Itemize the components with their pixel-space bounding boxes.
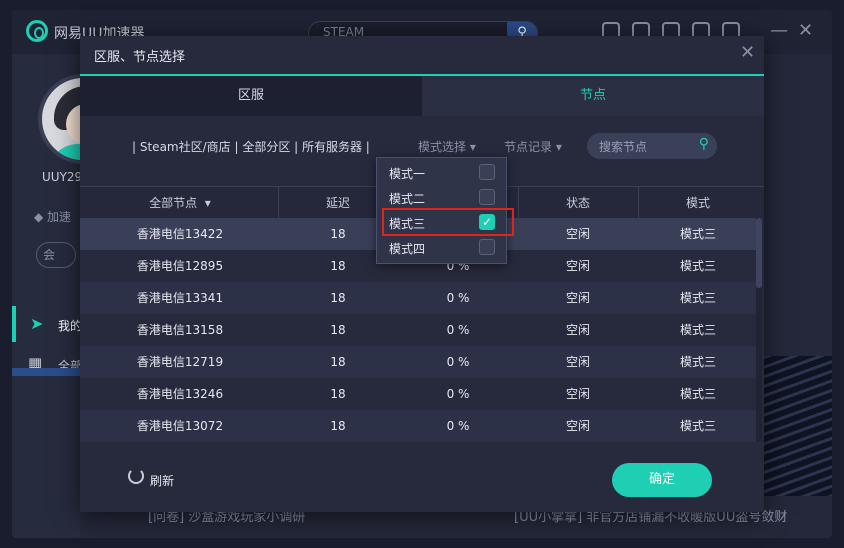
server-filters[interactable]: | Steam社区/商店 | 全部分区 | 所有服务器 | [132, 138, 370, 155]
node-record-dropdown[interactable]: 节点记录 ▾ [504, 138, 562, 155]
col-node[interactable]: 全部节点 ▾ [120, 187, 240, 219]
cell-loss: 0 % [446, 323, 470, 337]
cell-loss: 0 % [446, 355, 470, 369]
mode-select-dropdown[interactable]: 模式选择 ▾ [418, 138, 476, 155]
cell-node: 香港电信13072 [136, 419, 224, 433]
scrollbar-thumb[interactable] [756, 218, 762, 288]
cell-mode: 模式三 [679, 355, 716, 369]
cell-loss: 0 % [446, 387, 470, 401]
refresh-button[interactable]: 刷新 [150, 472, 174, 489]
member-button[interactable]: 会 [36, 242, 76, 268]
mode-option[interactable]: 模式四 [377, 235, 508, 259]
cell-status: 空闲 [565, 227, 590, 241]
cell-latency: 18 [330, 387, 346, 401]
cell-mode: 模式三 [679, 419, 716, 433]
cell-node: 香港电信13158 [136, 323, 224, 337]
search-icon[interactable]: ⚲ [699, 136, 709, 152]
cell-latency: 18 [330, 291, 346, 305]
cell-latency: 18 [330, 419, 346, 433]
cell-mode: 模式三 [679, 387, 716, 401]
uu-logo-icon [26, 20, 48, 42]
dialog-tabs: 区服 节点 [80, 74, 764, 116]
username: UUY29 [42, 170, 83, 184]
tab-node[interactable]: 节点 [422, 76, 764, 116]
cell-node: 香港电信13422 [136, 227, 224, 241]
cell-status: 空闲 [565, 419, 590, 433]
col-mode[interactable]: 模式 [638, 187, 758, 219]
cell-latency: 18 [330, 323, 346, 337]
vip-label: ◆ 加速 [34, 210, 72, 224]
table-scrollbar[interactable] [756, 218, 762, 442]
cell-status: 空闲 [565, 259, 590, 273]
cell-mode: 模式三 [679, 323, 716, 337]
cell-status: 空闲 [565, 323, 590, 337]
mode-option[interactable]: 模式一 [377, 160, 508, 184]
col-status[interactable]: 状态 [518, 187, 638, 219]
node-search-input[interactable]: 搜索节点 ⚲ [587, 133, 717, 159]
cell-node: 香港电信12895 [136, 259, 224, 273]
cell-mode: 模式三 [679, 259, 716, 273]
cell-loss: 0 % [446, 291, 470, 305]
table-row[interactable]: 香港电信13246 18 0 % 空闲 模式三 [80, 378, 756, 410]
banner-art [764, 356, 832, 496]
nav-item-my-games[interactable]: 我的 [58, 317, 82, 334]
dialog-title: 区服、节点选择 [94, 50, 186, 65]
mode-checkbox[interactable] [479, 189, 495, 205]
cell-latency: 18 [330, 355, 346, 369]
cell-status: 空闲 [565, 387, 590, 401]
minimize-icon[interactable]: — [770, 20, 788, 41]
mode-option[interactable]: 模式二 [377, 185, 508, 209]
confirm-button[interactable]: 确定 [612, 463, 712, 497]
refresh-icon[interactable] [128, 468, 144, 484]
cell-status: 空闲 [565, 355, 590, 369]
tab-server[interactable]: 区服 [80, 76, 422, 116]
mode-checkbox[interactable] [479, 164, 495, 180]
cell-mode: 模式三 [679, 291, 716, 305]
cell-mode: 模式三 [679, 227, 716, 241]
cell-node: 香港电信13341 [136, 291, 224, 305]
close-window-icon[interactable]: ✕ [798, 20, 813, 41]
cell-node: 香港电信13246 [136, 387, 224, 401]
cell-loss: 0 % [446, 419, 470, 433]
node-select-dialog: 区服、节点选择 ✕ 区服 节点 | Steam社区/商店 | 全部分区 | 所有… [80, 36, 764, 512]
cell-node: 香港电信12719 [136, 355, 224, 369]
node-search-placeholder: 搜索节点 [599, 140, 648, 154]
table-row[interactable]: 香港电信13158 18 0 % 空闲 模式三 [80, 314, 756, 346]
mode-option-label: 模式一 [389, 167, 426, 181]
mode-checkbox[interactable] [479, 239, 495, 255]
rocket-icon: ➤ [30, 314, 44, 333]
close-icon[interactable]: ✕ [740, 42, 755, 63]
news-left[interactable]: [问卷] 沙盒游戏玩家小调研 [148, 510, 305, 525]
table-row[interactable]: 香港电信13072 18 0 % 空闲 模式三 [80, 410, 756, 442]
highlight-box [382, 208, 514, 236]
table-row[interactable]: 香港电信12719 18 0 % 空闲 模式三 [80, 346, 756, 378]
mode-option-label: 模式二 [389, 192, 426, 206]
cell-status: 空闲 [565, 291, 590, 305]
table-row[interactable]: 香港电信13341 18 0 % 空闲 模式三 [80, 282, 756, 314]
mode-option-label: 模式四 [389, 242, 426, 256]
